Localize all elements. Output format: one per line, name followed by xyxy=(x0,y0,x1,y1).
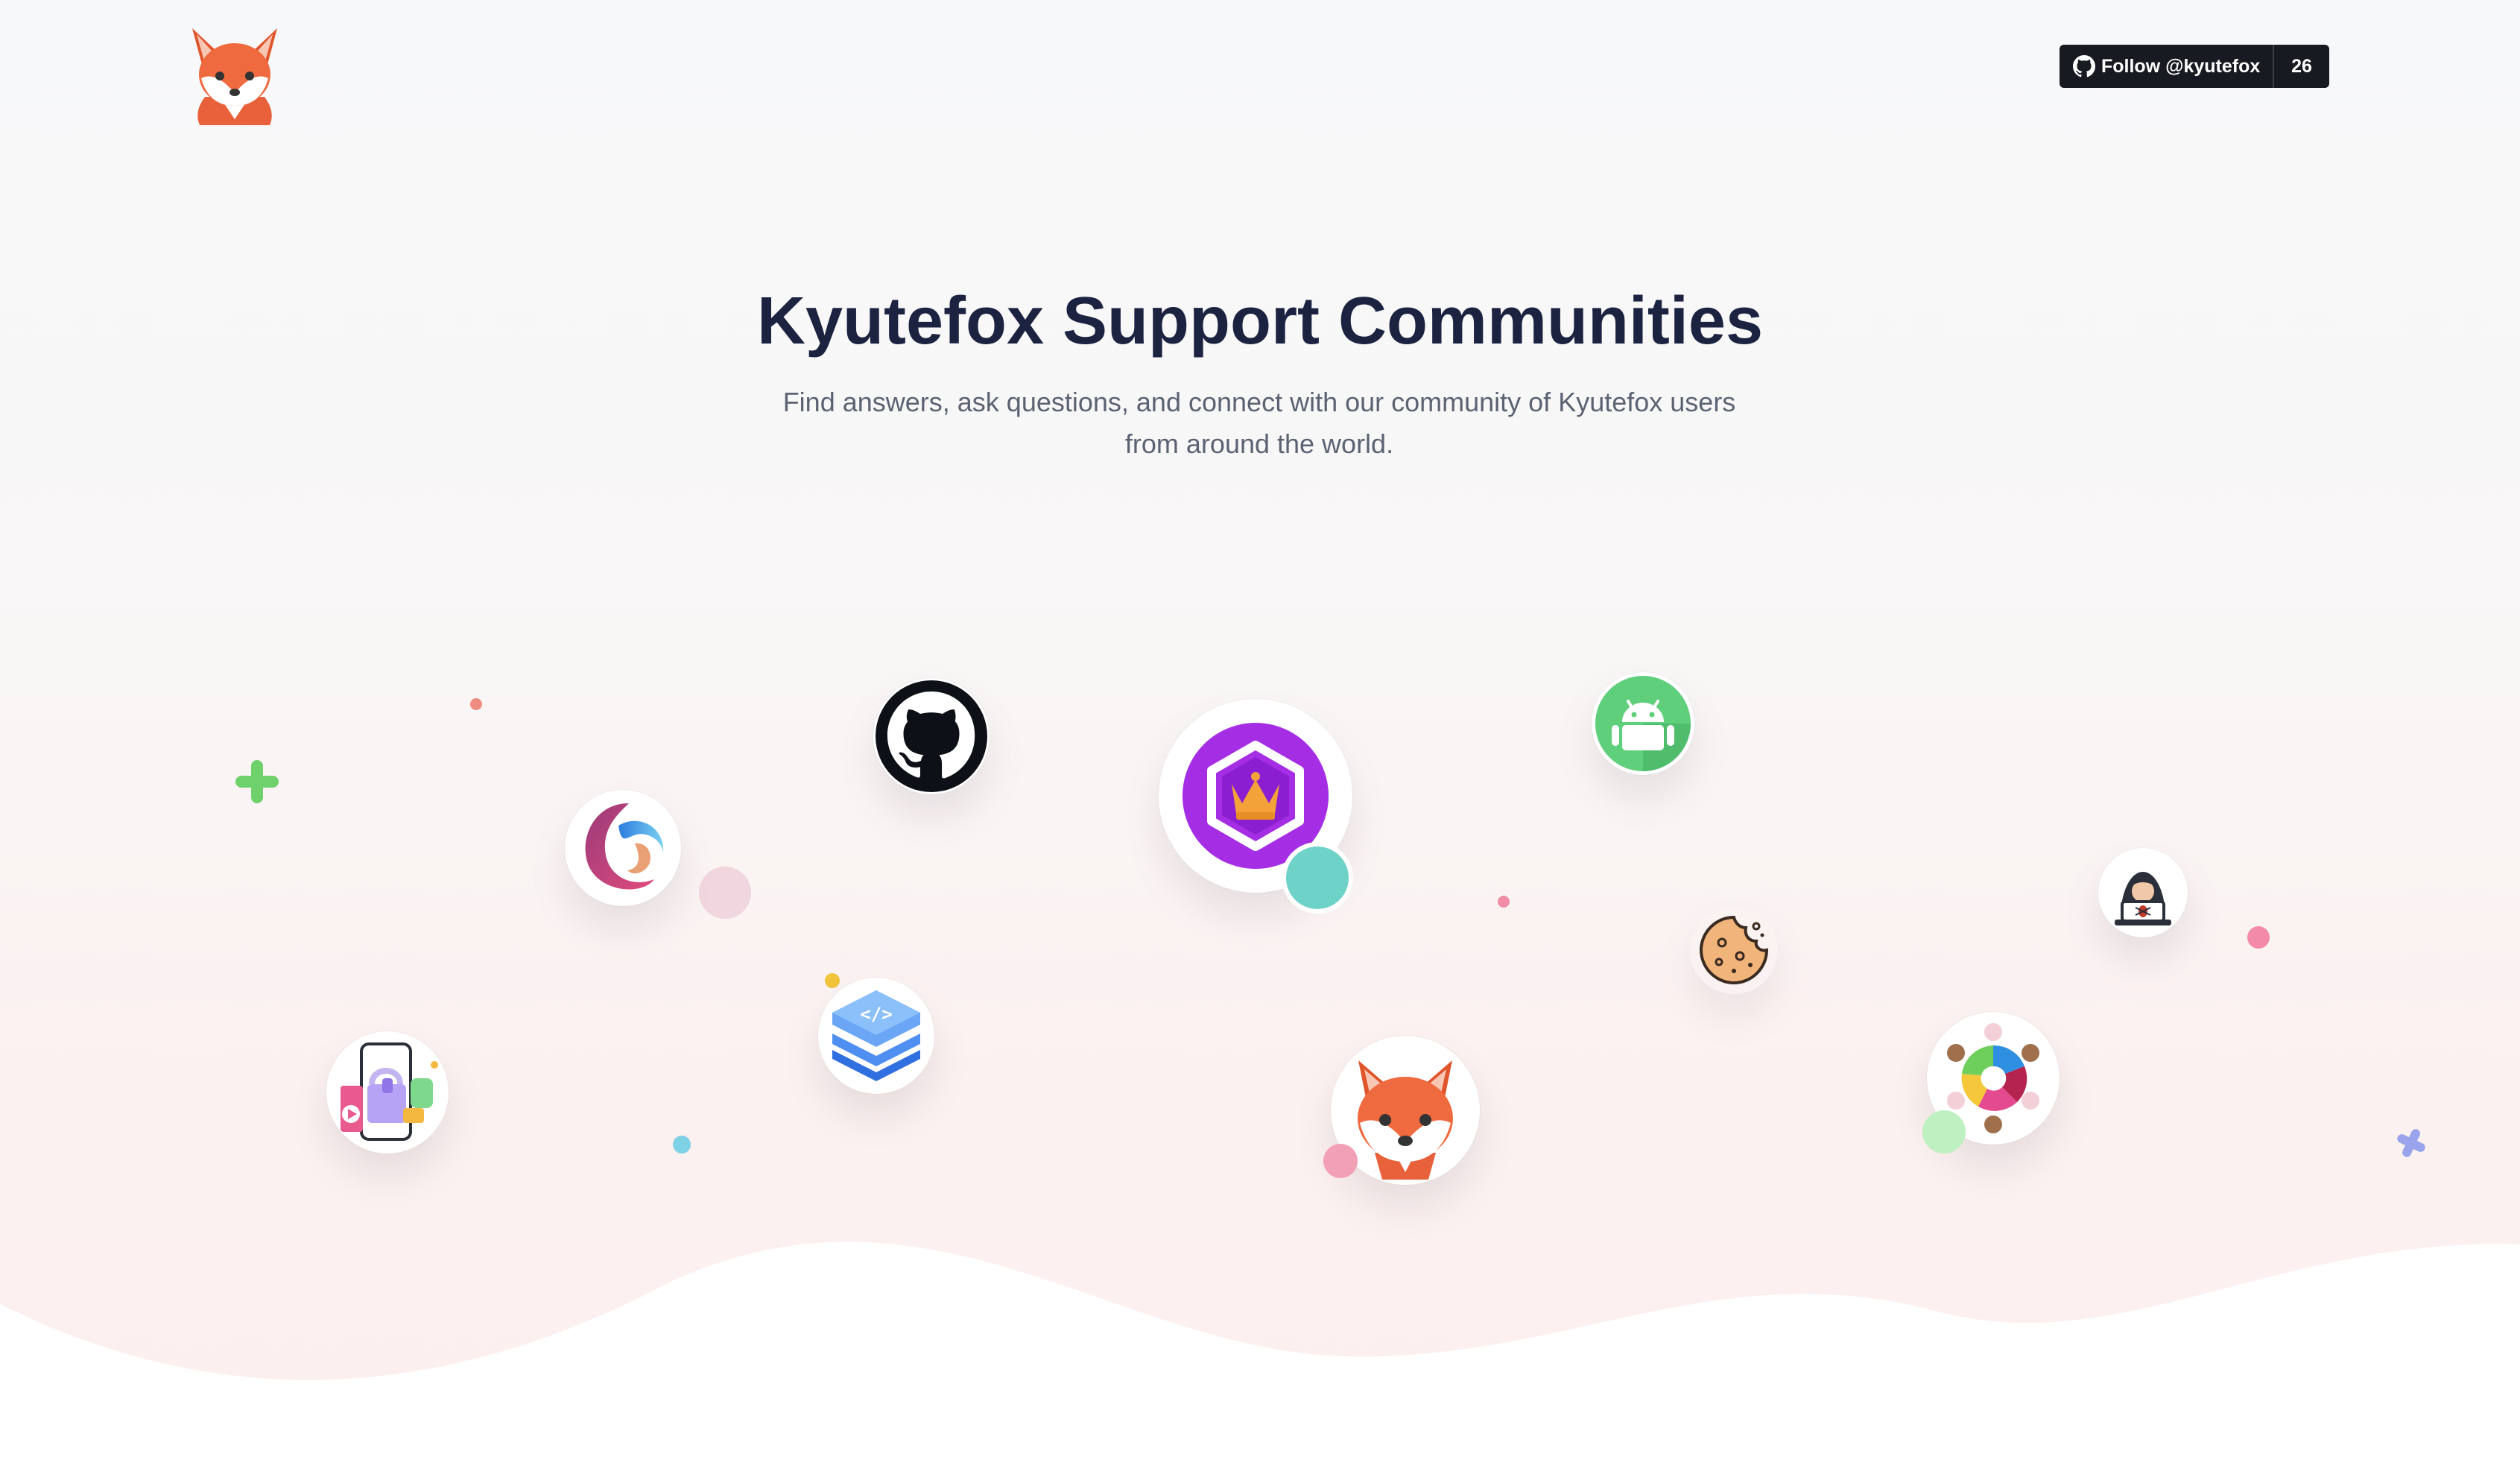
community-github[interactable] xyxy=(873,678,990,794)
decor-dot xyxy=(1323,1144,1358,1178)
android-icon xyxy=(1595,676,1691,771)
decor-dot xyxy=(1282,842,1353,914)
cross-decor-icon xyxy=(2397,1129,2425,1157)
fox-logo-icon xyxy=(192,28,277,125)
plus-decor-icon xyxy=(235,760,279,803)
community-mobile-shop[interactable] xyxy=(326,1031,449,1154)
github-icon xyxy=(2073,55,2095,77)
community-code-layers[interactable]: </> xyxy=(818,978,934,1094)
community-swirl[interactable] xyxy=(565,790,681,906)
decor-dot xyxy=(1922,1110,1966,1154)
github-follow-button[interactable]: Follow @kyutefox 26 xyxy=(2060,45,2329,88)
svg-text:</>: </> xyxy=(860,1004,892,1025)
decor-dot xyxy=(2247,926,2270,949)
bottom-wave xyxy=(0,1241,2520,1462)
decor-dot xyxy=(1498,896,1510,908)
page-title: Kyutefox Support Communities xyxy=(756,284,1764,358)
github-follow-main[interactable]: Follow @kyutefox xyxy=(2060,45,2273,88)
github-icon xyxy=(876,680,987,792)
cookie-icon xyxy=(1699,915,1769,985)
decor-dot xyxy=(673,1136,691,1154)
code-layers-icon: </> xyxy=(832,990,920,1081)
hacker-bug-icon xyxy=(2115,872,2171,925)
github-follow-label: Follow @kyutefox xyxy=(2101,55,2261,77)
community-hacker[interactable] xyxy=(2098,848,2188,937)
swirl-c-icon xyxy=(585,803,664,890)
fox-logo[interactable] xyxy=(186,22,283,127)
community-android[interactable] xyxy=(1592,672,1694,775)
page-subtitle: Find answers, ask questions, and connect… xyxy=(782,387,1736,459)
github-follow-count[interactable]: 26 xyxy=(2273,45,2329,88)
decor-dot xyxy=(470,698,482,710)
decor-dot xyxy=(699,867,751,919)
mobile-shop-icon xyxy=(341,1042,438,1141)
community-cookie[interactable] xyxy=(1690,906,1778,994)
